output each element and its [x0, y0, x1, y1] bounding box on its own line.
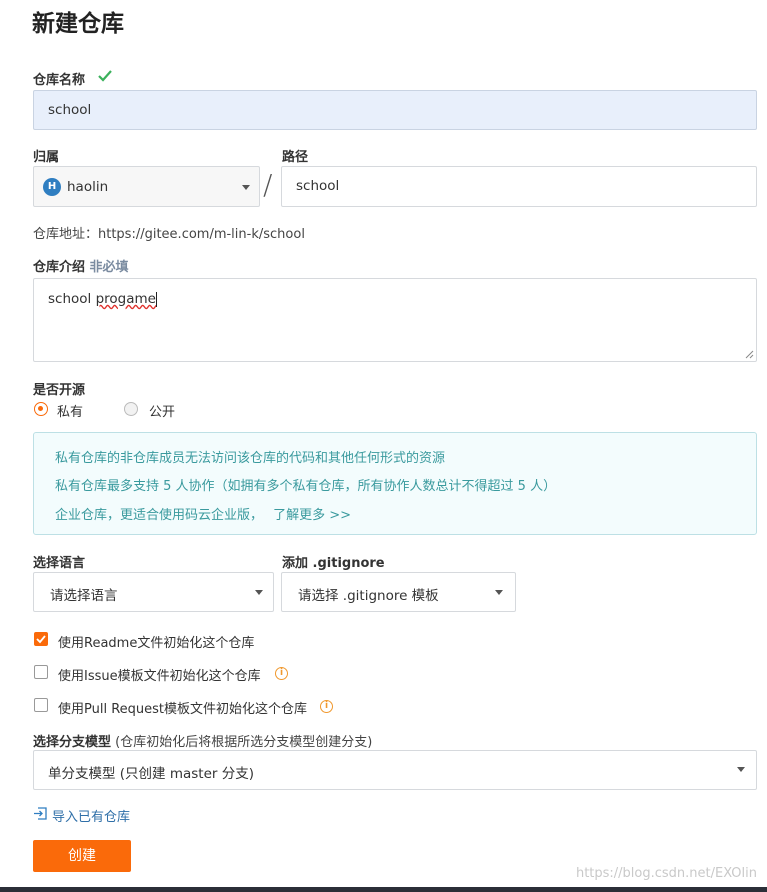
repo-name-input[interactable]: school	[33, 90, 757, 130]
gitignore-select[interactable]: 请选择 .gitignore 模板	[281, 572, 516, 612]
pr-template-checkbox[interactable]	[34, 698, 48, 712]
gitignore-value: 请选择 .gitignore 模板	[298, 588, 439, 604]
radio-public[interactable]	[124, 402, 138, 416]
avatar: H	[43, 178, 61, 196]
owner-value: haolin	[67, 179, 109, 195]
notice-line-3: 企业仓库，更适合使用码云企业版， 了解更多 >>	[55, 504, 351, 523]
import-icon[interactable]	[33, 806, 48, 821]
chevron-down-icon	[255, 590, 263, 595]
owner-label: 归属	[33, 150, 60, 165]
check-icon	[36, 635, 46, 644]
check-icon	[98, 70, 112, 82]
repo-name-label: 仓库名称	[33, 73, 86, 88]
text-cursor	[155, 291, 157, 307]
notice-line-2: 私有仓库最多支持 5 人协作（如拥有多个私有仓库，所有协作人数总计不得超过 5 …	[55, 479, 557, 494]
description-value: school progame	[48, 291, 157, 307]
info-icon[interactable]: i	[320, 700, 333, 713]
issue-template-checkbox-label[interactable]: 使用Issue模板文件初始化这个仓库	[58, 665, 261, 684]
bottom-bar	[0, 887, 767, 892]
branch-model-select[interactable]: 单分支模型 (只创建 master 分支)	[33, 750, 757, 790]
path-separator: /	[263, 168, 273, 201]
branch-model-value: 单分支模型 (只创建 master 分支)	[48, 766, 255, 782]
chevron-down-icon	[737, 767, 745, 772]
resize-handle-icon[interactable]	[745, 350, 754, 359]
gitignore-label: 添加 .gitignore	[282, 556, 385, 571]
issue-template-checkbox[interactable]	[34, 665, 48, 679]
notice-line-3-text: 企业仓库，更适合使用码云企业版，	[55, 508, 264, 523]
repo-address: 仓库地址：https://gitee.com/m-lin-k/school	[33, 227, 305, 242]
learn-more-link[interactable]: 了解更多 >>	[273, 508, 351, 523]
import-repo-link[interactable]: 导入已有仓库	[52, 806, 130, 825]
radio-public-label[interactable]: 公开	[149, 401, 175, 420]
pr-template-checkbox-label[interactable]: 使用Pull Request模板文件初始化这个仓库	[58, 698, 307, 717]
branch-model-label: 选择分支模型 (仓库初始化后将根据所选分支模型创建分支)	[33, 731, 372, 750]
private-repo-notice: 私有仓库的非仓库成员无法访问该仓库的代码和其他任何形式的资源 私有仓库最多支持 …	[33, 432, 757, 535]
readme-checkbox-label[interactable]: 使用Readme文件初始化这个仓库	[58, 632, 254, 651]
description-textarea[interactable]: school progame	[33, 278, 757, 362]
radio-private[interactable]	[34, 402, 48, 416]
notice-line-1: 私有仓库的非仓库成员无法访问该仓库的代码和其他任何形式的资源	[55, 451, 446, 466]
path-value: school	[296, 178, 340, 194]
owner-select[interactable]: H haolin	[33, 166, 260, 207]
language-select[interactable]: 请选择语言	[33, 572, 274, 612]
description-text: school	[48, 291, 96, 307]
chevron-down-icon	[495, 590, 503, 595]
description-label-text: 仓库介绍	[33, 260, 86, 275]
description-label: 仓库介绍 非必填	[33, 256, 129, 275]
language-label: 选择语言	[33, 556, 86, 571]
chevron-down-icon	[242, 185, 250, 190]
optional-tag: 非必填	[89, 260, 129, 275]
path-input[interactable]: school	[281, 166, 757, 207]
info-icon[interactable]: i	[275, 667, 288, 680]
create-button[interactable]: 创建	[33, 840, 131, 872]
visibility-label: 是否开源	[33, 383, 86, 398]
path-label: 路径	[282, 150, 309, 165]
radio-private-label[interactable]: 私有	[57, 401, 83, 420]
branch-model-label-text: 选择分支模型	[33, 735, 112, 750]
readme-checkbox[interactable]	[34, 632, 48, 646]
repo-name-value: school	[48, 102, 92, 118]
branch-model-hint: (仓库初始化后将根据所选分支模型创建分支)	[115, 735, 373, 750]
watermark: https://blog.csdn.net/EXOlin	[575, 866, 757, 881]
page-title: 新建仓库	[32, 11, 124, 37]
language-value: 请选择语言	[50, 588, 118, 604]
description-misspelled-word: progame	[95, 291, 156, 307]
